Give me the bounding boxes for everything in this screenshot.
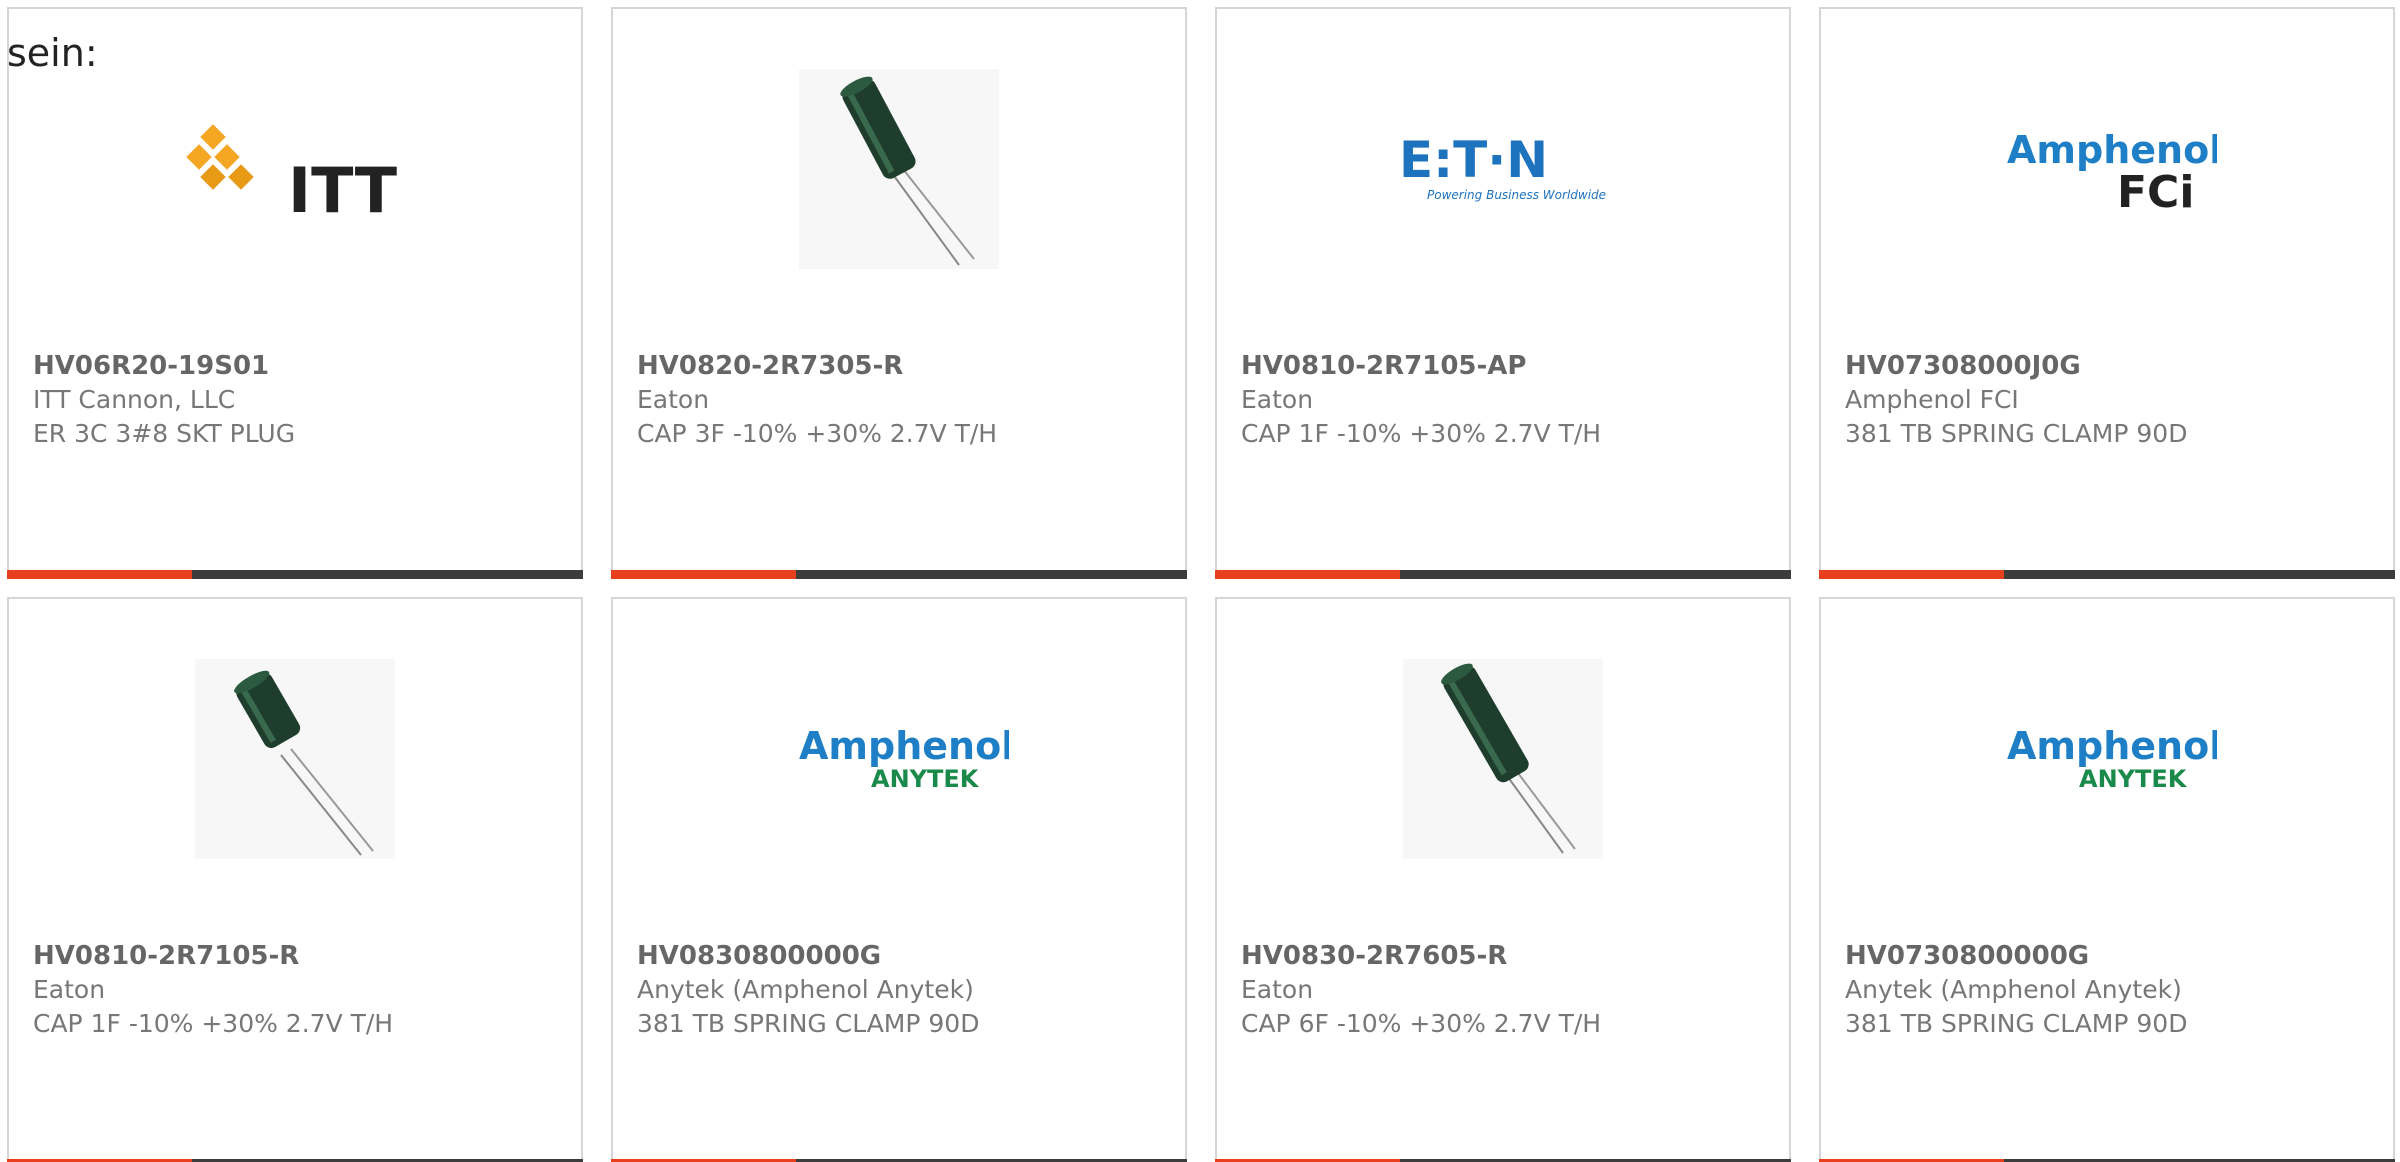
manufacturer-name: ITT Cannon, LLC	[33, 385, 236, 414]
part-number-link[interactable]: HV07308000J0G	[1845, 349, 2381, 383]
part-number-link[interactable]: HV0830-2R7605-R	[1241, 939, 1777, 973]
manufacturer-name: Anytek (Amphenol Anytek)	[637, 975, 974, 1004]
capacitor-icon	[799, 69, 999, 269]
manufacturer-name: Eaton	[637, 385, 710, 414]
manufacturer-name: Eaton	[1241, 385, 1314, 414]
card-accent-bar	[7, 570, 192, 579]
capacitor-icon	[1403, 659, 1603, 859]
product-description: CAP 1F -10% +30% 2.7V T/H	[1241, 419, 1602, 448]
product-card[interactable]: HV0830-2R7605-R Eaton CAP 6F -10% +30% 2…	[1215, 597, 1791, 1162]
svg-text:Amphenol: Amphenol	[799, 724, 1009, 768]
product-card[interactable]: Amphenol ANYTEK HV0730800000G Anytek (Am…	[1819, 597, 2395, 1162]
product-description: ER 3C 3#8 SKT PLUG	[33, 419, 296, 448]
card-bottom-bar	[611, 570, 1187, 579]
part-number-link[interactable]: HV0820-2R7305-R	[637, 349, 1173, 383]
capacitor-icon	[195, 659, 395, 859]
capacitor-image	[9, 639, 581, 879]
product-card[interactable]: ITT HV06R20-19S01 ITT Cannon, LLC ER 3C …	[7, 7, 583, 579]
svg-text:Amphenol: Amphenol	[2007, 724, 2217, 768]
svg-text:ANYTEK: ANYTEK	[2079, 765, 2188, 793]
manufacturer-name: Anytek (Amphenol Anytek)	[1845, 975, 2182, 1004]
product-description: 381 TB SPRING CLAMP 90D	[1845, 419, 2188, 448]
product-card[interactable]: Amphenol ANYTEK HV0830800000G Anytek (Am…	[611, 597, 1187, 1162]
svg-text:ANYTEK: ANYTEK	[871, 765, 980, 793]
svg-text:E:T·N: E:T·N	[1399, 131, 1548, 189]
manufacturer-logo-amphenol-anytek: Amphenol ANYTEK	[1821, 639, 2393, 879]
card-accent-bar	[1819, 570, 2004, 579]
product-description: CAP 1F -10% +30% 2.7V T/H	[33, 1009, 394, 1038]
part-number-link[interactable]: HV0730800000G	[1845, 939, 2381, 973]
product-card[interactable]: E:T·N Powering Business Worldwide HV0810…	[1215, 7, 1791, 579]
itt-diamond-icon	[186, 124, 254, 190]
manufacturer-name: Amphenol FCI	[1845, 385, 2019, 414]
product-card[interactable]: HV0810-2R7105-R Eaton CAP 1F -10% +30% 2…	[7, 597, 583, 1162]
manufacturer-logo-eaton: E:T·N Powering Business Worldwide	[1217, 49, 1789, 289]
part-number-link[interactable]: HV0830800000G	[637, 939, 1173, 973]
capacitor-image	[613, 49, 1185, 289]
intro-text: sein:	[7, 31, 98, 75]
manufacturer-name: Eaton	[33, 975, 106, 1004]
manufacturer-logo-itt: ITT	[9, 49, 581, 289]
manufacturer-logo-amphenol-anytek: Amphenol ANYTEK	[613, 639, 1185, 879]
product-description: CAP 3F -10% +30% 2.7V T/H	[637, 419, 998, 448]
part-number-link[interactable]: HV0810-2R7105-AP	[1241, 349, 1777, 383]
product-description: CAP 6F -10% +30% 2.7V T/H	[1241, 1009, 1602, 1038]
svg-text:Powering Business Worldwide: Powering Business Worldwide	[1427, 188, 1606, 202]
card-accent-bar	[1215, 570, 1400, 579]
card-accent-bar	[611, 570, 796, 579]
svg-text:Amphenol: Amphenol	[2007, 128, 2217, 172]
part-number-link[interactable]: HV06R20-19S01	[33, 349, 569, 383]
card-bottom-bar	[1215, 570, 1791, 579]
svg-text:ITT: ITT	[288, 154, 397, 224]
manufacturer-logo-amphenol-fci: Amphenol FCi	[1821, 49, 2393, 289]
product-description: 381 TB SPRING CLAMP 90D	[637, 1009, 980, 1038]
part-number-link[interactable]: HV0810-2R7105-R	[33, 939, 569, 973]
svg-text:FCi: FCi	[2117, 167, 2194, 218]
product-description: 381 TB SPRING CLAMP 90D	[1845, 1009, 2188, 1038]
capacitor-image	[1217, 639, 1789, 879]
card-bottom-bar	[1819, 570, 2395, 579]
product-grid-page: sein: ITT HV06R20-19S01 ITT Cannon, LLC …	[0, 0, 2400, 1162]
product-card[interactable]: HV0820-2R7305-R Eaton CAP 3F -10% +30% 2…	[611, 7, 1187, 579]
card-bottom-bar	[7, 570, 583, 579]
product-card[interactable]: Amphenol FCi HV07308000J0G Amphenol FCI …	[1819, 7, 2395, 579]
manufacturer-name: Eaton	[1241, 975, 1314, 1004]
